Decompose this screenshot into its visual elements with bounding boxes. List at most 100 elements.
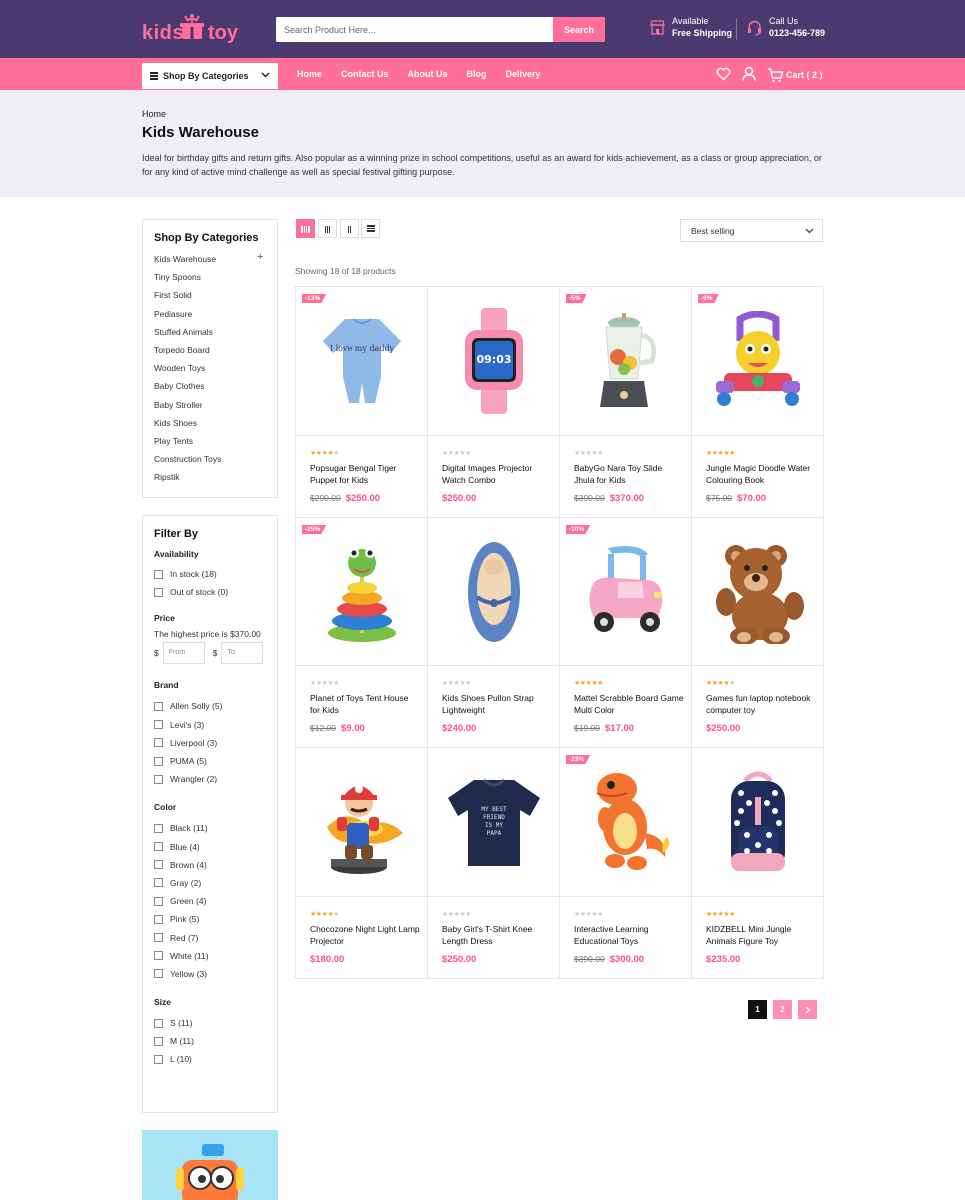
product-card[interactable]: I love my daddy -13% ★★★★★ Popsugar Bengal … (296, 287, 428, 518)
checkbox[interactable] (154, 860, 163, 870)
product-card[interactable]: -6% ★★★★★ Jungle Magic Doodle Water Colour… (692, 287, 824, 518)
product-name[interactable]: Kids Shoes Pullon Strap Lightweight (442, 693, 552, 716)
color-option[interactable]: Green (4) (154, 892, 277, 910)
checkbox[interactable] (154, 587, 163, 597)
product-image[interactable] (296, 518, 427, 666)
page-1-button[interactable]: 1 (748, 1000, 767, 1019)
checkbox[interactable] (154, 896, 163, 906)
wishlist-heart-icon[interactable] (716, 67, 731, 84)
category-item[interactable]: Kids Shoes (154, 418, 277, 436)
product-name[interactable]: BabyGo Nara Toy Slide Jhula for Kids (574, 463, 684, 486)
product-name[interactable]: Games fun laptop notebook computer toy (706, 693, 816, 716)
grid-4-view-button[interactable] (296, 219, 315, 238)
product-card[interactable]: ★★★★★ Games fun laptop notebook computer … (692, 518, 824, 748)
checkbox[interactable] (154, 1018, 163, 1028)
product-image[interactable] (428, 518, 559, 666)
product-name[interactable]: Baby Girl's T-Shirt Knee Length Dress (442, 924, 552, 947)
grid-3-view-button[interactable] (318, 219, 337, 238)
product-card[interactable]: ★★★★★ Chocozone Night Light Lamp Projecto… (296, 748, 428, 979)
checkbox[interactable] (154, 969, 163, 979)
user-account-icon[interactable] (742, 66, 756, 84)
product-image[interactable] (296, 748, 427, 897)
color-option[interactable]: Brown (4) (154, 856, 277, 874)
color-option[interactable]: Blue (4) (154, 838, 277, 856)
category-dropdown[interactable]: Shop By Categories (142, 63, 278, 89)
color-option[interactable]: White (11) (154, 947, 277, 965)
checkbox[interactable] (154, 951, 163, 961)
product-card[interactable]: -25% ★★★★★ Planet of Toys Tent House for K… (296, 518, 428, 748)
breadcrumb[interactable]: Home (142, 109, 166, 119)
brand-option[interactable]: Levi's (3) (154, 716, 277, 734)
checkbox[interactable] (154, 1054, 163, 1064)
product-image[interactable] (692, 287, 823, 436)
product-image[interactable] (560, 518, 691, 666)
price-to-input[interactable]: To (221, 642, 264, 665)
category-item[interactable]: Pediasure (154, 309, 277, 327)
product-name[interactable]: Popsugar Bengal Tiger Puppet for Kids (310, 463, 420, 486)
category-item[interactable]: Play Tents (154, 436, 277, 454)
category-item[interactable]: Baby Clothes (154, 381, 277, 399)
checkbox[interactable] (154, 701, 163, 711)
product-card[interactable]: ★★★★★ KIDZBELL Mini Jungle Animals Figure… (692, 748, 824, 979)
color-option[interactable]: Black (11) (154, 819, 277, 837)
color-option[interactable]: Yellow (3) (154, 965, 277, 983)
search-button[interactable]: Search (553, 17, 605, 42)
list-view-button[interactable] (361, 219, 380, 238)
product-name[interactable]: Chocozone Night Light Lamp Projector (310, 924, 420, 947)
checkbox[interactable] (154, 842, 163, 852)
brand-option[interactable]: Wrangler (2) (154, 770, 277, 788)
category-item[interactable]: Wooden Toys (154, 363, 277, 381)
checkbox[interactable] (154, 933, 163, 943)
color-option[interactable]: Pink (5) (154, 910, 277, 928)
checkbox[interactable] (154, 569, 163, 579)
color-option[interactable]: Red (7) (154, 928, 277, 946)
product-image[interactable]: I love my daddy (296, 287, 427, 436)
checkbox[interactable] (154, 914, 163, 924)
checkbox[interactable] (154, 823, 163, 833)
checkbox[interactable] (154, 720, 163, 730)
product-card[interactable]: ★★★★★ Kids Shoes Pullon Strap Lightweight… (428, 518, 560, 748)
product-name[interactable]: Interactive Learning Educational Toys (574, 924, 684, 947)
product-image[interactable] (692, 518, 823, 666)
size-option[interactable]: L (10) (154, 1050, 277, 1068)
sort-select[interactable]: Best selling (680, 219, 823, 242)
cart-button[interactable]: Cart ( 2 ) (767, 67, 823, 83)
nav-blog[interactable]: Blog (467, 69, 487, 79)
logo[interactable]: kids toy (142, 12, 247, 48)
checkbox[interactable] (154, 756, 163, 766)
product-image[interactable]: 09:03 (428, 287, 559, 436)
product-card[interactable]: -23% ★★★★★ Interactive Learning Educationa… (560, 748, 692, 979)
category-item[interactable]: First Solid (154, 290, 277, 308)
product-name[interactable]: KIDZBELL Mini Jungle Animals Figure Toy (706, 924, 816, 947)
availability-option[interactable]: In stock (18) (154, 565, 277, 583)
product-image[interactable] (560, 748, 691, 897)
brand-option[interactable]: Liverpool (3) (154, 734, 277, 752)
product-card[interactable]: 09:03 ★★★★★ Digital Images Projector Watch… (428, 287, 560, 518)
nav-home[interactable]: Home (297, 69, 322, 79)
search-input[interactable] (276, 17, 553, 42)
product-card[interactable]: -10% ★★★★★ Mattel Scrabble Board Game Mult… (560, 518, 692, 748)
product-card[interactable]: MY BEST FRIEND IS MY PAPA ★★★★★ Baby Girl'… (428, 748, 560, 979)
brand-option[interactable]: PUMA (5) (154, 752, 277, 770)
product-name[interactable]: Planet of Toys Tent House for Kids (310, 693, 420, 716)
product-name[interactable]: Mattel Scrabble Board Game Multi Color (574, 693, 684, 716)
category-item[interactable]: Stuffed Animals (154, 327, 277, 345)
price-from-input[interactable]: From (162, 642, 205, 665)
nav-about-us[interactable]: About Us (408, 69, 448, 79)
category-item[interactable]: Ripstik (154, 472, 277, 490)
product-image[interactable] (692, 748, 823, 897)
category-item[interactable]: Baby Stroller (154, 400, 277, 418)
checkbox[interactable] (154, 878, 163, 888)
size-option[interactable]: S (11) (154, 1014, 277, 1032)
checkbox[interactable] (154, 774, 163, 784)
page-2-button[interactable]: 2 (773, 1000, 792, 1019)
category-item[interactable]: Tiny Spoons (154, 272, 277, 290)
product-card[interactable]: -5% ★★★★★ BabyGo Nara Toy Slide Jhula for … (560, 287, 692, 518)
availability-option[interactable]: Out of stock (0) (154, 583, 277, 601)
size-option[interactable]: M (11) (154, 1032, 277, 1050)
product-name[interactable]: Digital Images Projector Watch Combo (442, 463, 552, 486)
expand-plus-icon[interactable]: + (257, 251, 263, 263)
checkbox[interactable] (154, 738, 163, 748)
promo-banner-image[interactable] (142, 1130, 278, 1200)
checkbox[interactable] (154, 1036, 163, 1046)
